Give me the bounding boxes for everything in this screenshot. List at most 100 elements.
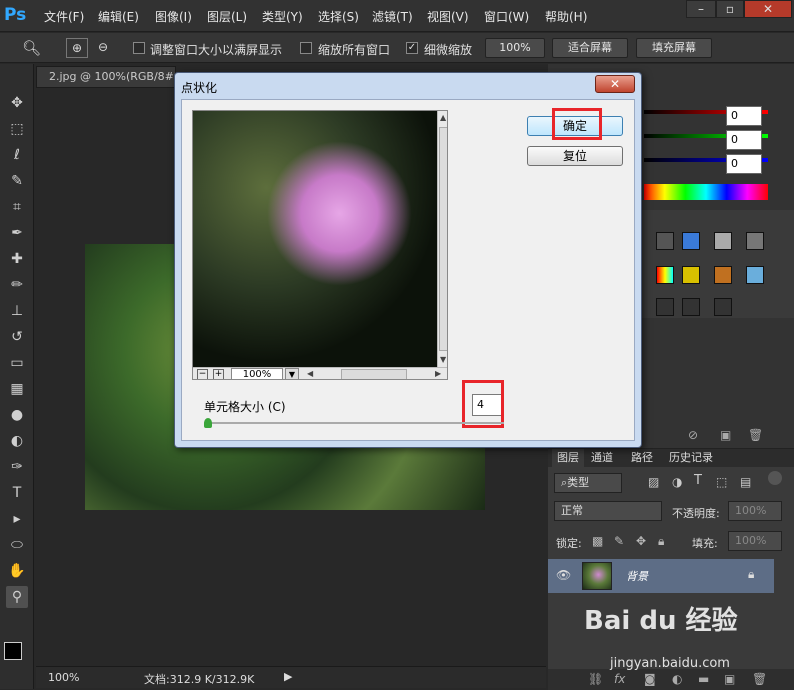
opacity-input[interactable]: 100%	[728, 501, 782, 521]
zoom-plus-button[interactable]: +	[213, 369, 224, 379]
layer-name[interactable]: 背景	[626, 568, 648, 584]
menu-type[interactable]: 类型(Y)	[262, 8, 303, 25]
trash-icon[interactable]: 🗑︎	[748, 428, 763, 442]
link-layers-icon[interactable]: ⛓︎	[588, 672, 603, 686]
horizontal-scroll-thumb[interactable]	[341, 369, 407, 379]
new-layer-icon[interactable]: ▣	[724, 672, 735, 686]
filter-shape-icon[interactable]: ⬚	[716, 475, 727, 489]
delete-layer-icon[interactable]: 🗑︎	[752, 672, 767, 686]
menu-image[interactable]: 图像(I)	[155, 8, 192, 25]
hand-tool-icon[interactable]: ✋	[6, 560, 28, 582]
cell-size-slider-thumb[interactable]	[204, 418, 212, 428]
eraser-tool-icon[interactable]: ▭	[6, 352, 28, 374]
style-swatch[interactable]	[714, 232, 732, 250]
style-swatch[interactable]	[656, 232, 674, 250]
eyedropper-icon[interactable]: ✒	[6, 222, 28, 244]
lock-pixels-icon[interactable]: ✎	[614, 534, 624, 548]
close-button[interactable]: ✕	[744, 0, 792, 18]
lasso-tool-icon[interactable]: ℓ	[6, 144, 28, 166]
lock-transparent-icon[interactable]: ▩	[592, 534, 603, 548]
red-value[interactable]: 0	[726, 106, 762, 126]
zoom-all-checkbox[interactable]	[300, 42, 312, 54]
style-swatch[interactable]	[682, 266, 700, 284]
document-tab[interactable]: 2.jpg @ 100%(RGB/8#)	[36, 66, 176, 88]
new-group-icon[interactable]: ▬	[698, 672, 709, 686]
zoom-tool-icon[interactable]: 🔍︎	[22, 39, 41, 57]
stamp-tool-icon[interactable]: ⊥	[6, 300, 28, 322]
fill-input[interactable]: 100%	[728, 531, 782, 551]
gradient-tool-icon[interactable]: ▦	[6, 378, 28, 400]
cell-size-slider[interactable]	[204, 422, 504, 424]
resize-window-checkbox[interactable]	[133, 42, 145, 54]
style-swatch[interactable]	[746, 266, 764, 284]
green-value[interactable]: 0	[726, 130, 762, 150]
menu-help[interactable]: 帮助(H)	[545, 8, 587, 25]
filter-toggle[interactable]	[768, 471, 782, 485]
zoom-out-icon[interactable]: ⊖	[92, 38, 114, 58]
filter-type-icon[interactable]: T	[694, 473, 702, 488]
brush-tool-icon[interactable]: ✏	[6, 274, 28, 296]
restore-button[interactable]: ▫	[716, 0, 744, 18]
minimize-button[interactable]: –	[686, 0, 716, 18]
tab-layers[interactable]: 图层	[552, 449, 584, 467]
vertical-scroll-thumb[interactable]	[439, 127, 447, 351]
blend-mode-dropdown[interactable]: 正常	[554, 501, 662, 521]
menu-file[interactable]: 文件(F)	[44, 8, 84, 25]
new-style-icon[interactable]: ▣	[720, 428, 731, 442]
zoom-tool-icon[interactable]: ⚲	[6, 586, 28, 608]
percent-button[interactable]: 100%	[485, 38, 545, 58]
fill-screen-button[interactable]: 填充屏幕	[636, 38, 712, 58]
marquee-tool-icon[interactable]: ⬚	[6, 118, 28, 140]
adjustment-layer-icon[interactable]: ◐	[672, 672, 682, 686]
filter-pixel-icon[interactable]: ▨	[648, 475, 659, 489]
status-arrow-icon[interactable]: ▶	[284, 670, 292, 683]
delete-style-icon[interactable]: ⊘	[688, 428, 698, 442]
dodge-tool-icon[interactable]: ◐	[6, 430, 28, 452]
menu-filter[interactable]: 滤镜(T)	[372, 8, 413, 25]
menu-window[interactable]: 窗口(W)	[484, 8, 529, 25]
preview-vertical-scrollbar[interactable]: ▲ ▼	[437, 111, 447, 367]
crop-tool-icon[interactable]: ⌗	[6, 196, 28, 218]
zoom-in-icon[interactable]: ⊕	[66, 38, 88, 58]
history-brush-icon[interactable]: ↺	[6, 326, 28, 348]
pen-tool-icon[interactable]: ✑	[6, 456, 28, 478]
menu-view[interactable]: 视图(V)	[427, 8, 469, 25]
scrubby-zoom-checkbox[interactable]: ✓	[406, 42, 418, 54]
tab-paths[interactable]: 路径	[626, 449, 658, 467]
style-swatch[interactable]	[656, 298, 674, 316]
color-ramp[interactable]	[644, 184, 768, 200]
layer-filter-dropdown[interactable]: ⌕类型	[554, 473, 622, 493]
tab-channels[interactable]: 通道	[586, 449, 618, 467]
blue-value[interactable]: 0	[726, 154, 762, 174]
visibility-eye-icon[interactable]: 👁︎	[556, 568, 571, 582]
path-select-icon[interactable]: ▸	[6, 508, 28, 530]
menu-layer[interactable]: 图层(L)	[207, 8, 247, 25]
quick-select-icon[interactable]: ✎	[6, 170, 28, 192]
reset-button[interactable]: 复位	[527, 146, 623, 166]
zoom-dropdown-icon[interactable]: ▼	[285, 368, 299, 379]
type-tool-icon[interactable]: T	[6, 482, 28, 504]
lock-position-icon[interactable]: ✥	[636, 534, 646, 548]
menu-select[interactable]: 选择(S)	[318, 8, 359, 25]
blur-tool-icon[interactable]: ●	[6, 404, 28, 426]
zoom-minus-button[interactable]: −	[197, 369, 208, 379]
tab-history[interactable]: 历史记录	[664, 449, 718, 467]
style-swatch[interactable]	[746, 232, 764, 250]
fit-screen-button[interactable]: 适合屏幕	[552, 38, 628, 58]
lock-all-icon[interactable]: 🔒︎	[658, 534, 664, 549]
add-mask-icon[interactable]: ◙	[644, 672, 656, 686]
menu-edit[interactable]: 编辑(E)	[98, 8, 139, 25]
scroll-down-icon[interactable]: ▼	[440, 355, 446, 364]
ellipse-tool-icon[interactable]: ⬭	[6, 534, 28, 556]
foreground-color-swatch[interactable]	[4, 642, 22, 660]
status-zoom[interactable]: 100%	[48, 671, 79, 684]
style-swatch[interactable]	[682, 298, 700, 316]
filter-smart-icon[interactable]: ▤	[740, 475, 751, 489]
style-swatch[interactable]	[714, 266, 732, 284]
scroll-right-icon[interactable]: ▶	[435, 369, 441, 378]
filter-preview[interactable]: ▲ ▼ − + 100% ▼ ◀ ▶	[192, 110, 448, 380]
layer-row-background[interactable]: 👁︎ 背景 🔒︎	[548, 559, 774, 593]
healing-brush-icon[interactable]: ✚	[6, 248, 28, 270]
filter-adjust-icon[interactable]: ◑	[672, 475, 682, 489]
scroll-left-icon[interactable]: ◀	[307, 369, 313, 378]
